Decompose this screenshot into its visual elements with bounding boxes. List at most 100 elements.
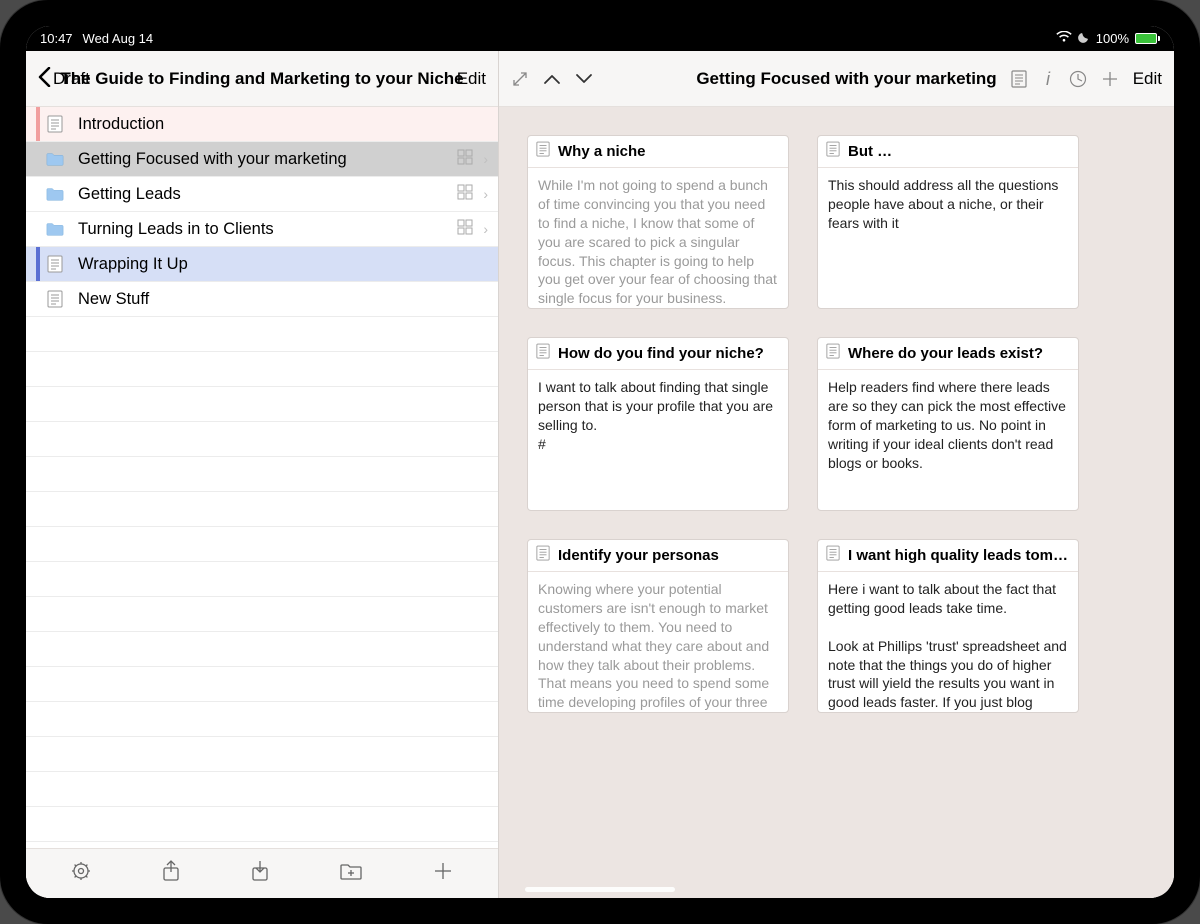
- empty-row: [26, 562, 498, 597]
- corkboard-icon: [457, 149, 473, 170]
- folder-icon: [46, 185, 64, 203]
- status-date: Wed Aug 14: [83, 31, 154, 46]
- empty-row: [26, 807, 498, 842]
- label-color-bar: [36, 107, 40, 141]
- card-synopsis: Help readers find where there leads are …: [818, 370, 1078, 510]
- binder-panel: Draft The Guide to Finding and Marketing…: [26, 51, 499, 898]
- card-leads-exist[interactable]: Where do your leads exist? Help readers …: [817, 337, 1079, 511]
- binder-bottom-toolbar: [26, 848, 498, 898]
- card-title: Why a niche: [558, 143, 646, 160]
- empty-row: [26, 457, 498, 492]
- chevron-right-icon: ›: [483, 221, 488, 237]
- editor-panel: Getting Focused with your marketing i Ed…: [499, 51, 1174, 898]
- document-icon: [826, 343, 840, 364]
- empty-row: [26, 772, 498, 807]
- battery-percent: 100%: [1096, 31, 1129, 46]
- folder-icon: [46, 150, 64, 168]
- corkboard-icon: [457, 184, 473, 205]
- document-icon: [536, 141, 550, 162]
- binder-item-turning-leads[interactable]: Turning Leads in to Clients ›: [26, 212, 498, 247]
- binder-item-wrapping[interactable]: Wrapping It Up: [26, 247, 498, 282]
- document-icon: [536, 545, 550, 566]
- card-title: Identify your personas: [558, 547, 719, 564]
- empty-row: [26, 387, 498, 422]
- binder-title: The Guide to Finding and Marketing to yo…: [60, 69, 463, 89]
- home-indicator[interactable]: [525, 887, 675, 892]
- app: Draft The Guide to Finding and Marketing…: [26, 51, 1174, 898]
- card-but[interactable]: But … This should address all the questi…: [817, 135, 1079, 309]
- editor-toolbar: Getting Focused with your marketing i Ed…: [499, 51, 1174, 107]
- empty-row: [26, 492, 498, 527]
- empty-row: [26, 597, 498, 632]
- settings-button[interactable]: [71, 861, 91, 886]
- binder-toolbar: Draft The Guide to Finding and Marketing…: [26, 51, 498, 107]
- import-button[interactable]: [251, 860, 269, 887]
- empty-row: [26, 737, 498, 772]
- document-icon: [536, 343, 550, 364]
- card-personas[interactable]: Identify your personas Knowing where you…: [527, 539, 789, 713]
- binder-item-label: Getting Leads: [78, 185, 457, 204]
- label-color-bar: [36, 142, 40, 176]
- chevron-right-icon: ›: [483, 151, 488, 167]
- empty-row: [26, 667, 498, 702]
- card-synopsis: This should address all the questions pe…: [818, 168, 1078, 308]
- ipad-frame: 10:47 Wed Aug 14 100%: [0, 0, 1200, 924]
- label-color-bar: [36, 212, 40, 246]
- add-icon[interactable]: [1101, 70, 1119, 88]
- card-synopsis: Knowing where your potential customers a…: [528, 572, 788, 712]
- card-title: I want high quality leads tomorrow: [848, 547, 1070, 564]
- document-icon: [826, 545, 840, 566]
- new-folder-button[interactable]: [340, 862, 362, 885]
- binder-item-getting-focused[interactable]: Getting Focused with your marketing ›: [26, 142, 498, 177]
- binder-item-label: Getting Focused with your marketing: [78, 150, 457, 169]
- empty-row: [26, 317, 498, 352]
- card-quality-leads[interactable]: I want high quality leads tomorrow Here …: [817, 539, 1079, 713]
- label-color-bar: [36, 282, 40, 316]
- card-why-a-niche[interactable]: Why a niche While I'm not going to spend…: [527, 135, 789, 309]
- chevron-right-icon: ›: [483, 186, 488, 202]
- empty-row: [26, 422, 498, 457]
- svg-text:i: i: [1046, 69, 1051, 89]
- empty-row: [26, 702, 498, 737]
- binder-item-label: Turning Leads in to Clients: [78, 220, 457, 239]
- chevron-left-icon: [38, 67, 51, 91]
- card-synopsis: I want to talk about finding that single…: [528, 370, 788, 510]
- document-icon: [46, 290, 64, 308]
- battery-icon: [1135, 33, 1160, 44]
- nav-down-button[interactable]: [575, 73, 593, 85]
- binder-item-label: New Stuff: [78, 290, 498, 309]
- editor-title: Getting Focused with your marketing: [696, 69, 996, 89]
- share-button[interactable]: [162, 860, 180, 887]
- add-button[interactable]: [433, 861, 453, 886]
- inspector-icon[interactable]: i: [1041, 69, 1055, 89]
- corkboard-icon: [457, 219, 473, 240]
- card-find-niche[interactable]: How do you find your niche? I want to ta…: [527, 337, 789, 511]
- card-synopsis: Here i want to talk about the fact that …: [818, 572, 1078, 712]
- document-icon: [46, 255, 64, 273]
- status-time: 10:47: [40, 31, 73, 46]
- view-mode-icon[interactable]: [1011, 70, 1027, 88]
- binder-item-new-stuff[interactable]: New Stuff: [26, 282, 498, 317]
- empty-row: [26, 527, 498, 562]
- card-synopsis: While I'm not going to spend a bunch of …: [528, 168, 788, 308]
- card-title: But …: [848, 143, 892, 160]
- binder-item-label: Wrapping It Up: [78, 255, 498, 274]
- label-color-bar: [36, 177, 40, 211]
- status-bar: 10:47 Wed Aug 14 100%: [26, 26, 1174, 51]
- editor-edit-button[interactable]: Edit: [1133, 69, 1162, 89]
- card-title: How do you find your niche?: [558, 345, 764, 362]
- do-not-disturb-icon: [1078, 31, 1090, 46]
- binder-outline[interactable]: Introduction Getting Focused with your m…: [26, 107, 498, 848]
- history-icon[interactable]: [1069, 70, 1087, 88]
- binder-item-introduction[interactable]: Introduction: [26, 107, 498, 142]
- expand-icon[interactable]: [511, 70, 529, 88]
- empty-row: [26, 352, 498, 387]
- wifi-icon: [1056, 31, 1072, 46]
- screen: 10:47 Wed Aug 14 100%: [26, 26, 1174, 898]
- binder-item-getting-leads[interactable]: Getting Leads ›: [26, 177, 498, 212]
- label-color-bar: [36, 247, 40, 281]
- document-icon: [46, 115, 64, 133]
- nav-up-button[interactable]: [543, 73, 561, 85]
- corkboard[interactable]: Why a niche While I'm not going to spend…: [499, 107, 1174, 898]
- folder-icon: [46, 220, 64, 238]
